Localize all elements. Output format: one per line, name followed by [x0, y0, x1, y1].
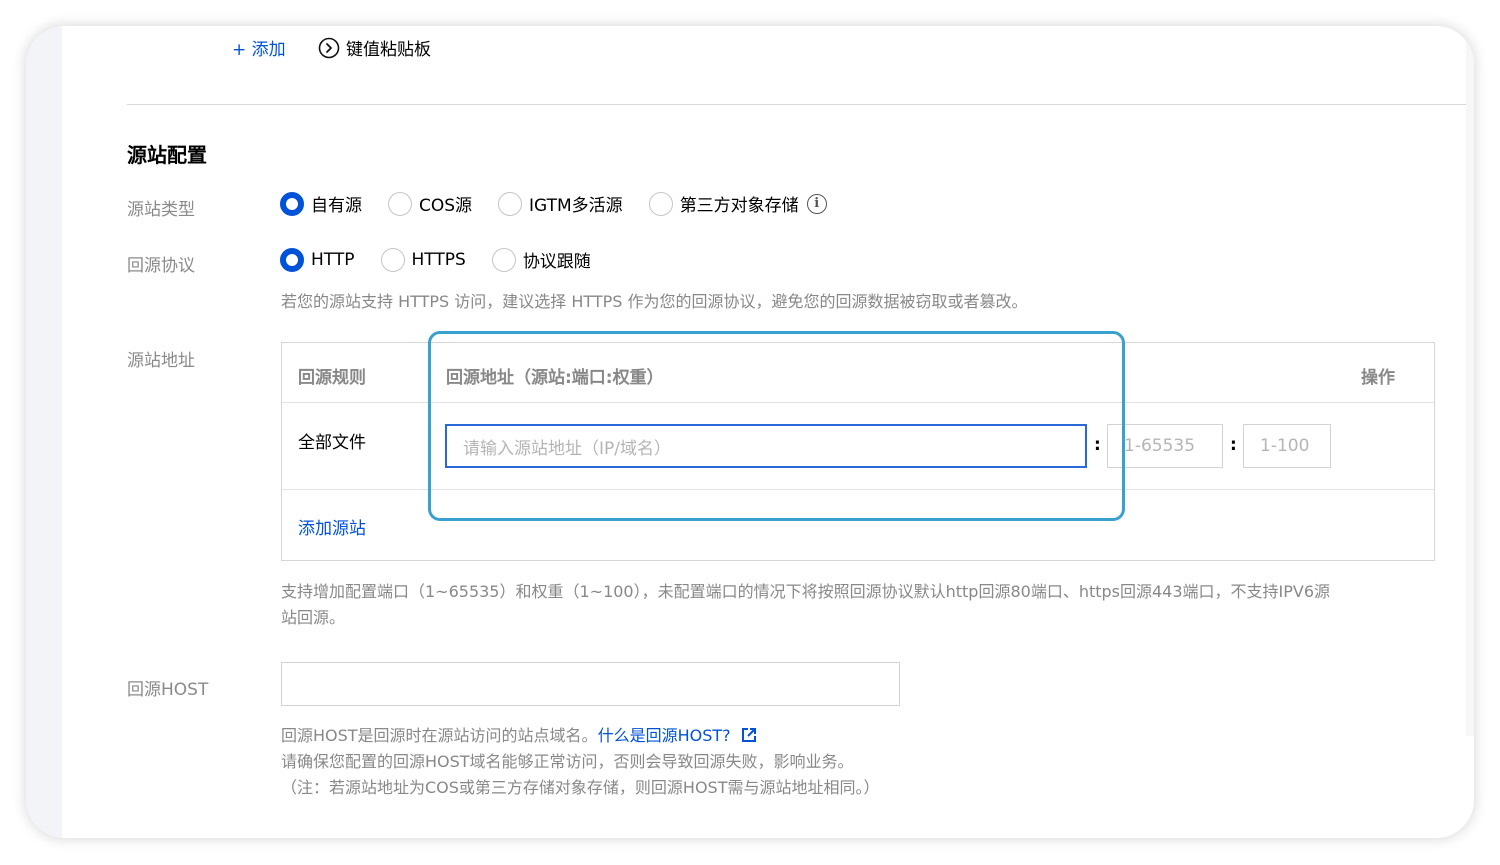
radio-igtm-origin[interactable]: IGTM多活源	[498, 191, 623, 216]
origin-address-input[interactable]: 请输入源站地址（IP/域名）	[445, 424, 1087, 468]
host-hint-line2: 请确保您配置的回源HOST域名能够正常访问，否则会导致回源失败，影响业务。	[281, 752, 854, 771]
radio-checked-indicator	[280, 247, 304, 272]
table-row: 全部文件 请输入源站地址（IP/域名） : 1-65535 : 1-100	[282, 403, 1434, 490]
rule-cell: 全部文件	[298, 433, 366, 453]
origin-host-label: 回源HOST	[127, 680, 209, 700]
radio-third-party-storage[interactable]: 第三方对象存储	[648, 191, 799, 216]
protocol-hint: 若您的源站支持 HTTPS 访问，建议选择 HTTPS 作为您的回源协议，避免您…	[281, 292, 1028, 311]
host-hint-line1: 回源HOST是回源时在源站访问的站点域名。什么是回源HOST?	[281, 722, 757, 747]
port-input[interactable]: 1-65535	[1107, 424, 1223, 468]
what-is-host-link[interactable]: 什么是回源HOST?	[598, 726, 731, 745]
radio-indicator	[491, 247, 516, 272]
origin-address-label: 源站地址	[127, 351, 195, 371]
origin-type-label: 源站类型	[127, 200, 195, 220]
info-icon[interactable]: i	[806, 193, 827, 214]
origin-protocol-radio-group: HTTP HTTPS 协议跟随	[280, 247, 617, 272]
table-header-row: 回源规则 回源地址（源站:端口:权重） 操作	[282, 343, 1434, 403]
section-divider	[127, 104, 1471, 105]
section-title: 源站配置	[127, 143, 207, 167]
chevron-right-circle-icon	[318, 37, 340, 59]
origin-host-input[interactable]	[281, 662, 900, 706]
add-origin-button[interactable]: 添加源站	[298, 514, 366, 539]
separator-colon: :	[1230, 435, 1237, 455]
radio-indicator	[498, 191, 523, 216]
address-hint-line1: 支持增加配置端口（1~65535）和权重（1~100），未配置端口的情况下将按照…	[281, 582, 1331, 601]
external-link-icon[interactable]	[741, 727, 757, 747]
column-header-address: 回源地址（源站:端口:权重）	[446, 368, 664, 388]
radio-http[interactable]: HTTP	[280, 247, 355, 272]
clipboard-button[interactable]: 键值粘贴板	[318, 35, 431, 60]
radio-cos-origin[interactable]: COS源	[388, 191, 472, 216]
add-button[interactable]: + 添加	[232, 35, 286, 60]
clipboard-label: 键值粘贴板	[346, 40, 431, 60]
origin-protocol-label: 回源协议	[127, 256, 195, 276]
radio-checked-indicator	[280, 191, 304, 216]
host-hint-line3: （注：若源站地址为COS或第三方存储对象存储，则回源HOST需与源站地址相同。）	[281, 778, 880, 797]
address-hint-line2: 站回源。	[281, 608, 346, 627]
app-window: + 添加 键值粘贴板 源站配置 源站类型 自有源 COS源 IGTM多活源 第三…	[26, 26, 1474, 838]
main-panel: + 添加 键值粘贴板 源站配置 源站类型 自有源 COS源 IGTM多活源 第三…	[62, 26, 1474, 838]
column-header-action: 操作	[1361, 368, 1395, 388]
radio-indicator	[388, 191, 412, 216]
radio-protocol-follow[interactable]: 协议跟随	[491, 247, 591, 272]
column-header-rule: 回源规则	[298, 368, 366, 388]
separator-colon: :	[1094, 435, 1101, 455]
radio-indicator	[648, 191, 673, 216]
weight-input[interactable]: 1-100	[1243, 424, 1331, 468]
radio-https[interactable]: HTTPS	[380, 247, 466, 272]
scrollbar[interactable]	[1466, 26, 1474, 736]
radio-indicator	[380, 247, 405, 272]
origin-type-radio-group: 自有源 COS源 IGTM多活源 第三方对象存储 i	[280, 191, 827, 216]
radio-own-origin[interactable]: 自有源	[280, 191, 362, 216]
origin-address-table: 回源规则 回源地址（源站:端口:权重） 操作 全部文件 请输入源站地址（IP/域…	[281, 342, 1435, 561]
